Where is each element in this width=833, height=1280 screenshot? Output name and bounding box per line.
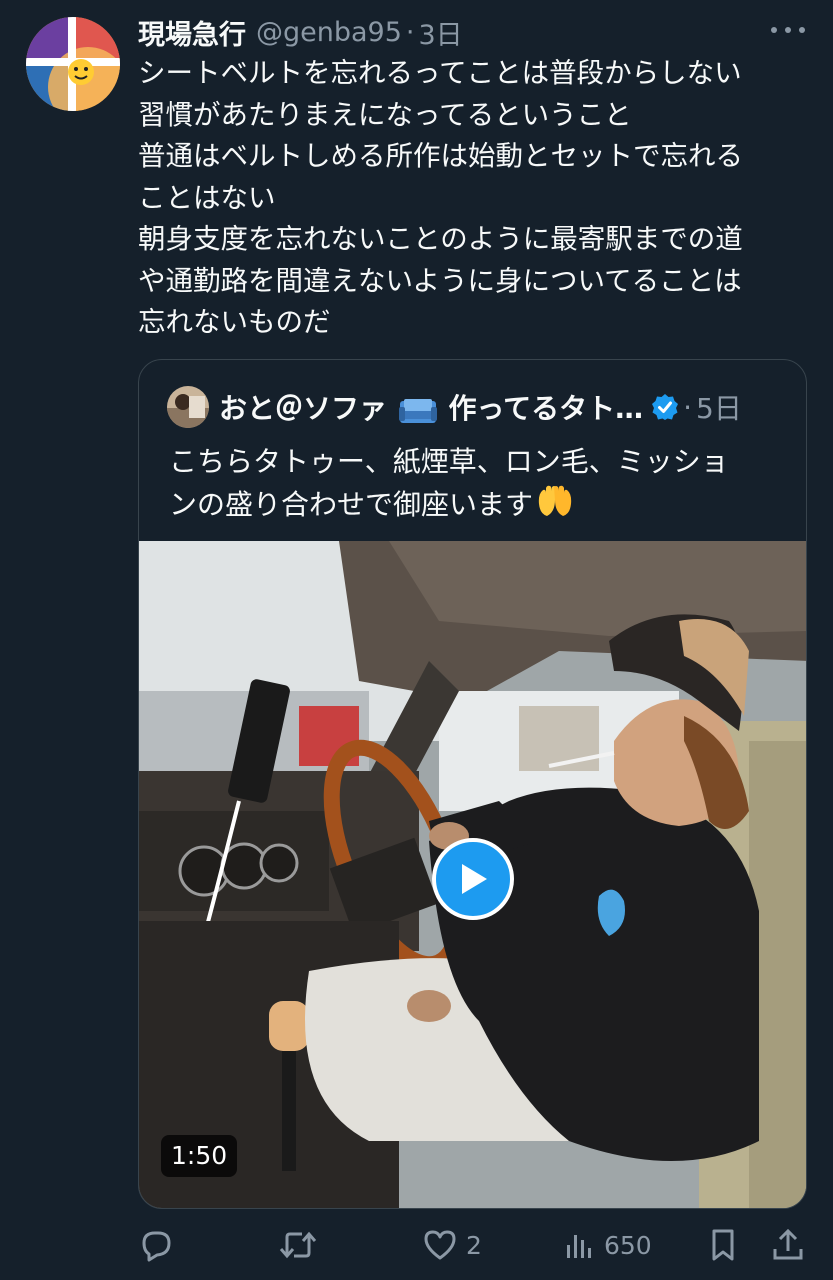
sofa-icon — [398, 399, 437, 423]
retweet-icon — [279, 1231, 317, 1259]
tweet-text-line: ことはない — [138, 181, 276, 214]
tweet[interactable]: 現場急行 @genba95 · 3日 シートベルトを忘れるってことは普段からしな… — [0, 0, 833, 1280]
tweet-text-line: 普通はベルトしめる所作は始動とセットで忘れる — [138, 140, 743, 172]
heart-icon — [424, 1230, 456, 1260]
raising-hands-icon — [538, 485, 572, 516]
quoted-name-prefix: おと＠ソファ — [219, 392, 388, 425]
action-bar: 2 650 — [138, 1222, 818, 1268]
tweet-text-line: シートベルトを忘れるってことは普段からしない — [138, 57, 742, 89]
verified-badge-icon — [652, 394, 679, 420]
quoted-timestamp[interactable]: 5日 — [696, 387, 742, 427]
quoted-display-name[interactable]: おと＠ソファ 作ってるタト… — [219, 387, 643, 427]
reply-icon — [142, 1231, 171, 1262]
handle[interactable]: @genba95 — [256, 17, 402, 48]
share-button[interactable] — [770, 1222, 806, 1268]
quoted-text-line-content: ンの盛り合わせで御座います — [169, 488, 534, 521]
play-button[interactable] — [432, 838, 514, 920]
tweet-text-line: 忘れないものだ — [138, 306, 331, 338]
quoted-avatar[interactable] — [167, 386, 209, 428]
tweet-text: シートベルトを忘れるってことは普段からしない 習慣があたりまえになってるというこ… — [138, 53, 818, 344]
quoted-text-line: ンの盛り合わせで御座います — [169, 483, 789, 526]
reply-button[interactable] — [138, 1222, 182, 1268]
tweet-text-line: や通勤路を間違えないように身についてることは — [138, 264, 742, 297]
video-thumbnail[interactable]: 1:50 — [139, 541, 806, 1208]
video-duration: 1:50 — [161, 1135, 238, 1177]
display-name[interactable]: 現場急行 — [138, 13, 246, 52]
like-button[interactable]: 2 — [422, 1222, 482, 1268]
quoted-tweet[interactable]: おと＠ソファ 作ってるタト… · 5日 こちらタトゥー、紙煙草、ロン毛、ミッショ… — [138, 359, 807, 1209]
bookmark-button[interactable] — [706, 1222, 740, 1268]
quoted-text-line: こちらタトゥー、紙煙草、ロン毛、ミッショ — [169, 445, 729, 478]
quoted-name-suffix: 作ってるタト… — [448, 392, 644, 425]
views-button[interactable]: 650 — [562, 1222, 652, 1268]
retweet-button[interactable] — [278, 1222, 326, 1268]
play-icon — [462, 864, 487, 894]
tweet-text-line: 習慣があたりまえになってるということ — [138, 98, 632, 131]
timestamp[interactable]: 3日 — [419, 13, 463, 52]
views-count: 650 — [604, 1230, 652, 1260]
views-chart-icon — [567, 1235, 591, 1258]
share-icon — [773, 1228, 803, 1260]
quoted-tweet-text: こちらタトゥー、紙煙草、ロン毛、ミッショ ンの盛り合わせで御座います — [169, 440, 789, 526]
more-dots-icon[interactable] — [771, 20, 805, 40]
quoted-separator-dot: · — [683, 390, 693, 424]
separator-dot: · — [405, 16, 415, 48]
bookmark-icon — [712, 1229, 734, 1261]
quoted-tweet-header: おと＠ソファ 作ってるタト… · 5日 — [167, 384, 742, 430]
like-count: 2 — [466, 1230, 482, 1260]
tweet-text-line: 朝身支度を忘れないことのように最寄駅までの道 — [138, 223, 743, 255]
tweet-header: 現場急行 @genba95 · 3日 — [138, 12, 463, 52]
avatar[interactable] — [26, 17, 120, 111]
